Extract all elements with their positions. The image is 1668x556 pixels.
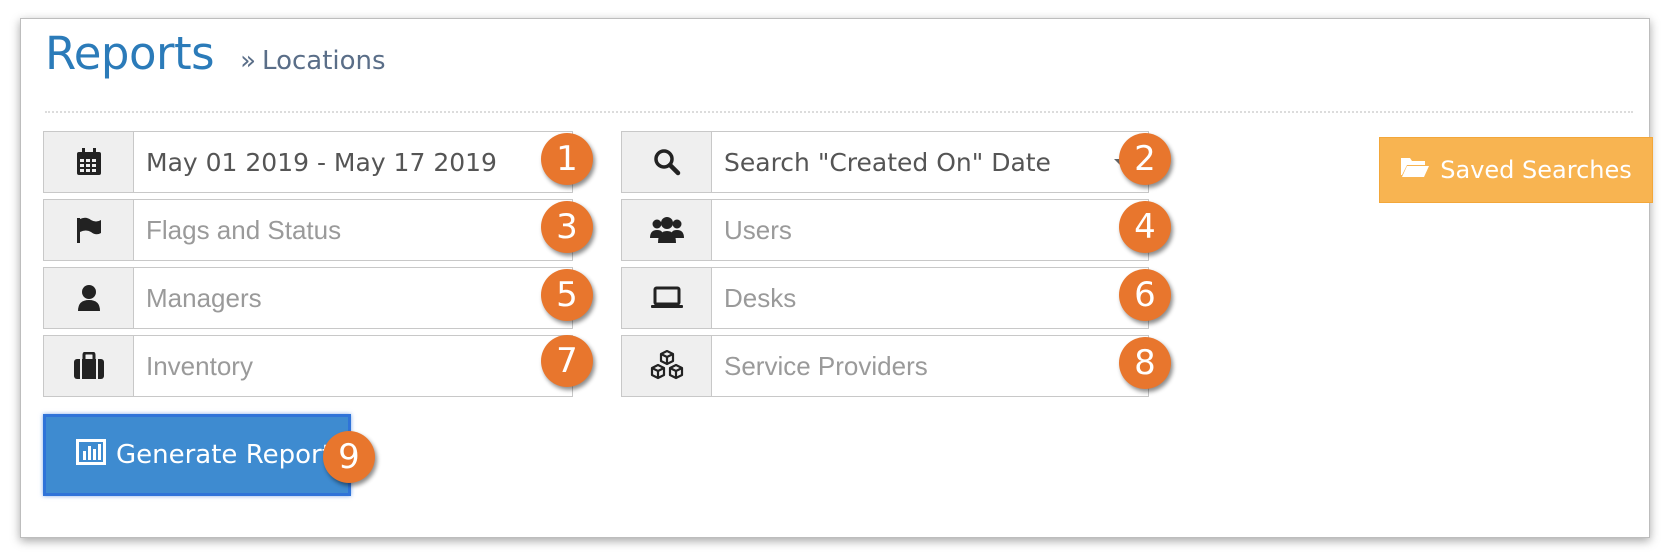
- users-placeholder: Users: [724, 214, 792, 245]
- desks-placeholder: Desks: [724, 282, 797, 313]
- user-icon: [44, 268, 134, 328]
- bar-chart-icon: [76, 438, 106, 472]
- calendar-icon: [44, 132, 134, 192]
- briefcase-icon: [44, 336, 134, 396]
- flags-status-input[interactable]: Flags and Status: [43, 199, 573, 261]
- generate-report-label: Generate Report: [116, 440, 332, 470]
- cubes-icon: [622, 336, 712, 396]
- step-badge-9: 9: [323, 431, 375, 483]
- step-badge-3: 3: [541, 201, 593, 253]
- managers-input[interactable]: Managers: [43, 267, 573, 329]
- header-divider: [45, 111, 1633, 113]
- step-badge-2: 2: [1119, 133, 1171, 185]
- search-icon: [622, 132, 712, 192]
- desks-input[interactable]: Desks: [621, 267, 1149, 329]
- step-badge-4: 4: [1119, 201, 1171, 253]
- users-input[interactable]: Users: [621, 199, 1149, 261]
- created-on-date-value: Search "Created On" Date: [724, 147, 1051, 177]
- folder-open-icon: [1400, 156, 1430, 184]
- service-providers-placeholder: Service Providers: [724, 350, 928, 381]
- report-panel: Reports » Locations May 01 2019 - May 17…: [20, 18, 1653, 538]
- page-title: Reports: [45, 27, 215, 80]
- step-badge-5: 5: [541, 269, 593, 321]
- inventory-placeholder: Inventory: [146, 350, 253, 381]
- service-providers-input[interactable]: Service Providers: [621, 335, 1149, 397]
- breadcrumb-locations[interactable]: Locations: [262, 46, 386, 76]
- users-icon: [622, 200, 712, 260]
- managers-placeholder: Managers: [146, 282, 262, 313]
- generate-report-button[interactable]: Generate Report: [43, 414, 351, 496]
- saved-searches-label: Saved Searches: [1440, 156, 1632, 184]
- created-on-date-select[interactable]: Search "Created On" Date: [621, 131, 1149, 193]
- laptop-icon: [622, 268, 712, 328]
- page-header: Reports » Locations: [45, 27, 386, 97]
- step-badge-8: 8: [1119, 337, 1171, 389]
- step-badge-1: 1: [541, 133, 593, 185]
- flag-icon: [44, 200, 134, 260]
- step-badge-7: 7: [541, 335, 593, 387]
- date-range-value: May 01 2019 - May 17 2019: [146, 147, 497, 177]
- step-badge-6: 6: [1119, 269, 1171, 321]
- flags-status-placeholder: Flags and Status: [146, 214, 342, 245]
- inventory-input[interactable]: Inventory: [43, 335, 573, 397]
- saved-searches-button[interactable]: Saved Searches: [1379, 137, 1653, 203]
- breadcrumb-separator: »: [240, 46, 257, 76]
- date-range-field[interactable]: May 01 2019 - May 17 2019: [43, 131, 573, 193]
